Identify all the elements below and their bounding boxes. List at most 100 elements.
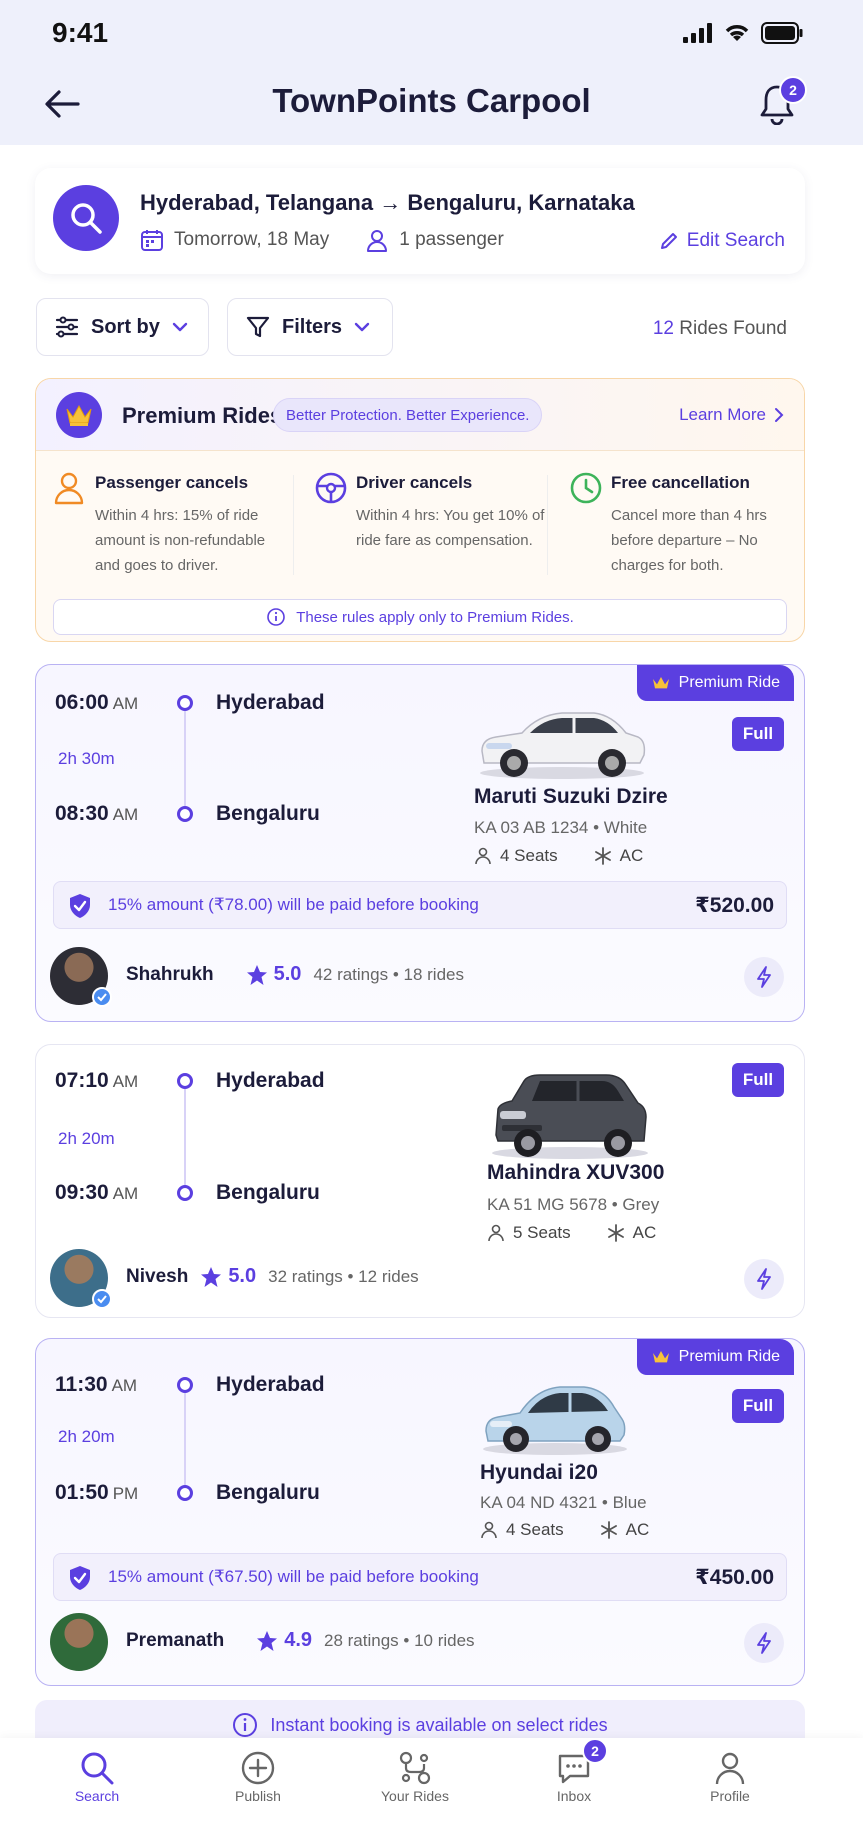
departure-ampm: AM (111, 1376, 138, 1395)
car-features: 4 Seats AC (474, 846, 643, 866)
instant-book-button[interactable] (744, 1259, 784, 1299)
crown-icon (66, 404, 92, 426)
driver-info: Premanath 4.9 28 ratings • 10 rides (126, 1629, 475, 1652)
filters-button[interactable]: Filters (227, 298, 393, 356)
notifications-button[interactable]: 2 (753, 76, 807, 128)
rides-count-number: 12 (652, 318, 674, 339)
timeline-end-dot (177, 1185, 193, 1201)
status-badge: Full (732, 717, 784, 751)
check-icon (97, 993, 107, 1002)
star-icon (201, 1266, 222, 1287)
premium-note-text: These rules apply only to Premium Rides. (296, 608, 574, 626)
premium-ride-label: Premium Ride (678, 674, 780, 691)
rating-value: 5.0 (228, 1265, 257, 1287)
seat-person-icon (481, 1521, 497, 1539)
status-bar: 9:41 (0, 0, 863, 70)
pencil-icon (660, 233, 677, 249)
departure-time: 06:00 AM (55, 691, 138, 715)
battery-icon (761, 22, 803, 44)
destination-city: Bengaluru (216, 1481, 320, 1504)
arrival-ampm: AM (112, 1184, 139, 1203)
chevron-right-icon (775, 408, 784, 422)
signal-icon (683, 23, 712, 43)
arrival-ampm: PM (112, 1484, 139, 1503)
car-image-suv-grey (492, 1074, 648, 1159)
driver-rating: 5.0 (200, 1265, 256, 1288)
rule-title: Free cancellation (611, 473, 750, 492)
arrival-time: 08:30 AM (55, 802, 138, 826)
origin-city: Hyderabad (216, 1373, 325, 1396)
ride-price: ₹450.00 (695, 1565, 774, 1589)
inbox-badge: 2 (582, 1738, 608, 1764)
sort-lines-icon (55, 316, 79, 338)
car-image-sedan-white (480, 712, 646, 779)
ride-card[interactable]: Premium Ride Full 11:30 AM 2h 20m 01:50 PM… (35, 1338, 805, 1686)
calendar-icon (141, 230, 163, 251)
destination-city: Bengaluru (216, 1181, 320, 1204)
arrival-time: 01:50 PM (55, 1481, 138, 1505)
divider (293, 475, 294, 575)
nav-row: TownPoints Carpool 2 (0, 70, 863, 145)
sort-button[interactable]: Sort by (36, 298, 209, 356)
timeline-line (184, 1089, 186, 1185)
rides-found-count: 12 Rides Found (653, 318, 787, 340)
tab-inbox[interactable]: 2 Inbox (514, 1738, 634, 1804)
instant-book-button[interactable] (744, 1623, 784, 1663)
avatar[interactable] (50, 1613, 108, 1671)
snowflake-icon (607, 1224, 624, 1242)
check-icon (97, 1295, 107, 1304)
person-icon (367, 230, 388, 252)
car-model: Maruti Suzuki Dzire (474, 785, 668, 808)
premium-rules-note: These rules apply only to Premium Rides. (53, 599, 787, 635)
verified-badge (92, 987, 112, 1007)
ride-card[interactable]: Premium Ride Full 06:00 AM 2h 30m 08:30 AM… (35, 664, 805, 1022)
tab-your-rides[interactable]: Your Rides (355, 1748, 475, 1804)
avatar[interactable] (50, 947, 112, 1007)
instant-booking-text: Instant booking is available on select r… (270, 1714, 608, 1735)
car-model: Mahindra XUV300 (487, 1161, 665, 1184)
departure-ampm: AM (112, 1072, 139, 1091)
rating-value: 4.9 (284, 1629, 313, 1651)
ride-card[interactable]: Full 07:10 AM 2h 20m 09:30 AM Hyderabad Be… (35, 1044, 805, 1318)
timeline-line (184, 711, 186, 806)
arrival-time: 09:30 AM (55, 1181, 138, 1205)
avatar[interactable] (50, 1249, 112, 1309)
departure-ampm: AM (112, 694, 139, 713)
tab-publish[interactable]: Publish (198, 1748, 318, 1804)
crown-icon (652, 1351, 669, 1363)
wifi-icon (725, 25, 749, 41)
rule-description: Within 4 hrs: You get 10% of ride fare a… (356, 507, 545, 549)
instant-book-button[interactable] (744, 957, 784, 997)
learn-more-link[interactable]: Learn More (679, 405, 784, 425)
tab-search[interactable]: Search (37, 1748, 157, 1804)
departure-time-value: 07:10 (55, 1069, 109, 1092)
arrival-time-value: 01:50 (55, 1481, 109, 1504)
tab-profile[interactable]: Profile (670, 1748, 790, 1804)
chevron-down-icon (172, 322, 188, 332)
person-icon (715, 1752, 745, 1785)
edit-search-button[interactable]: Edit Search (659, 230, 785, 252)
rides-count-suffix: Rides Found (673, 318, 787, 339)
search-date: Tomorrow, 18 May (174, 229, 330, 250)
driver-name: Premanath (126, 1629, 225, 1651)
person-orange-icon (54, 472, 84, 505)
departure-time: 07:10 AM (55, 1069, 138, 1093)
arrival-time-value: 08:30 (55, 802, 109, 825)
car-seats: 5 Seats (513, 1223, 571, 1242)
rating-value: 5.0 (273, 963, 302, 985)
status-icons (683, 22, 803, 44)
premium-title: Premium Rides (122, 403, 283, 428)
status-badge: Full (732, 1063, 784, 1097)
timeline-start-dot (177, 1377, 193, 1393)
shield-check-icon (70, 894, 90, 918)
premium-ride-label: Premium Ride (678, 1348, 780, 1365)
origin-city: Hyderabad (216, 1069, 325, 1092)
bottom-tab-bar: Search Publish Your Rides 2 Inbox Profil… (0, 1738, 863, 1823)
divider (547, 475, 548, 575)
search-summary-card[interactable]: Hyderabad, Telangana → Bengaluru, Karnat… (35, 168, 805, 274)
timeline-start-dot (177, 695, 193, 711)
premium-rides-panel: Premium Rides Better Protection. Better … (35, 378, 805, 642)
timeline-end-dot (177, 806, 193, 822)
tab-label: Publish (235, 1788, 281, 1804)
origin-city: Hyderabad (216, 691, 325, 714)
